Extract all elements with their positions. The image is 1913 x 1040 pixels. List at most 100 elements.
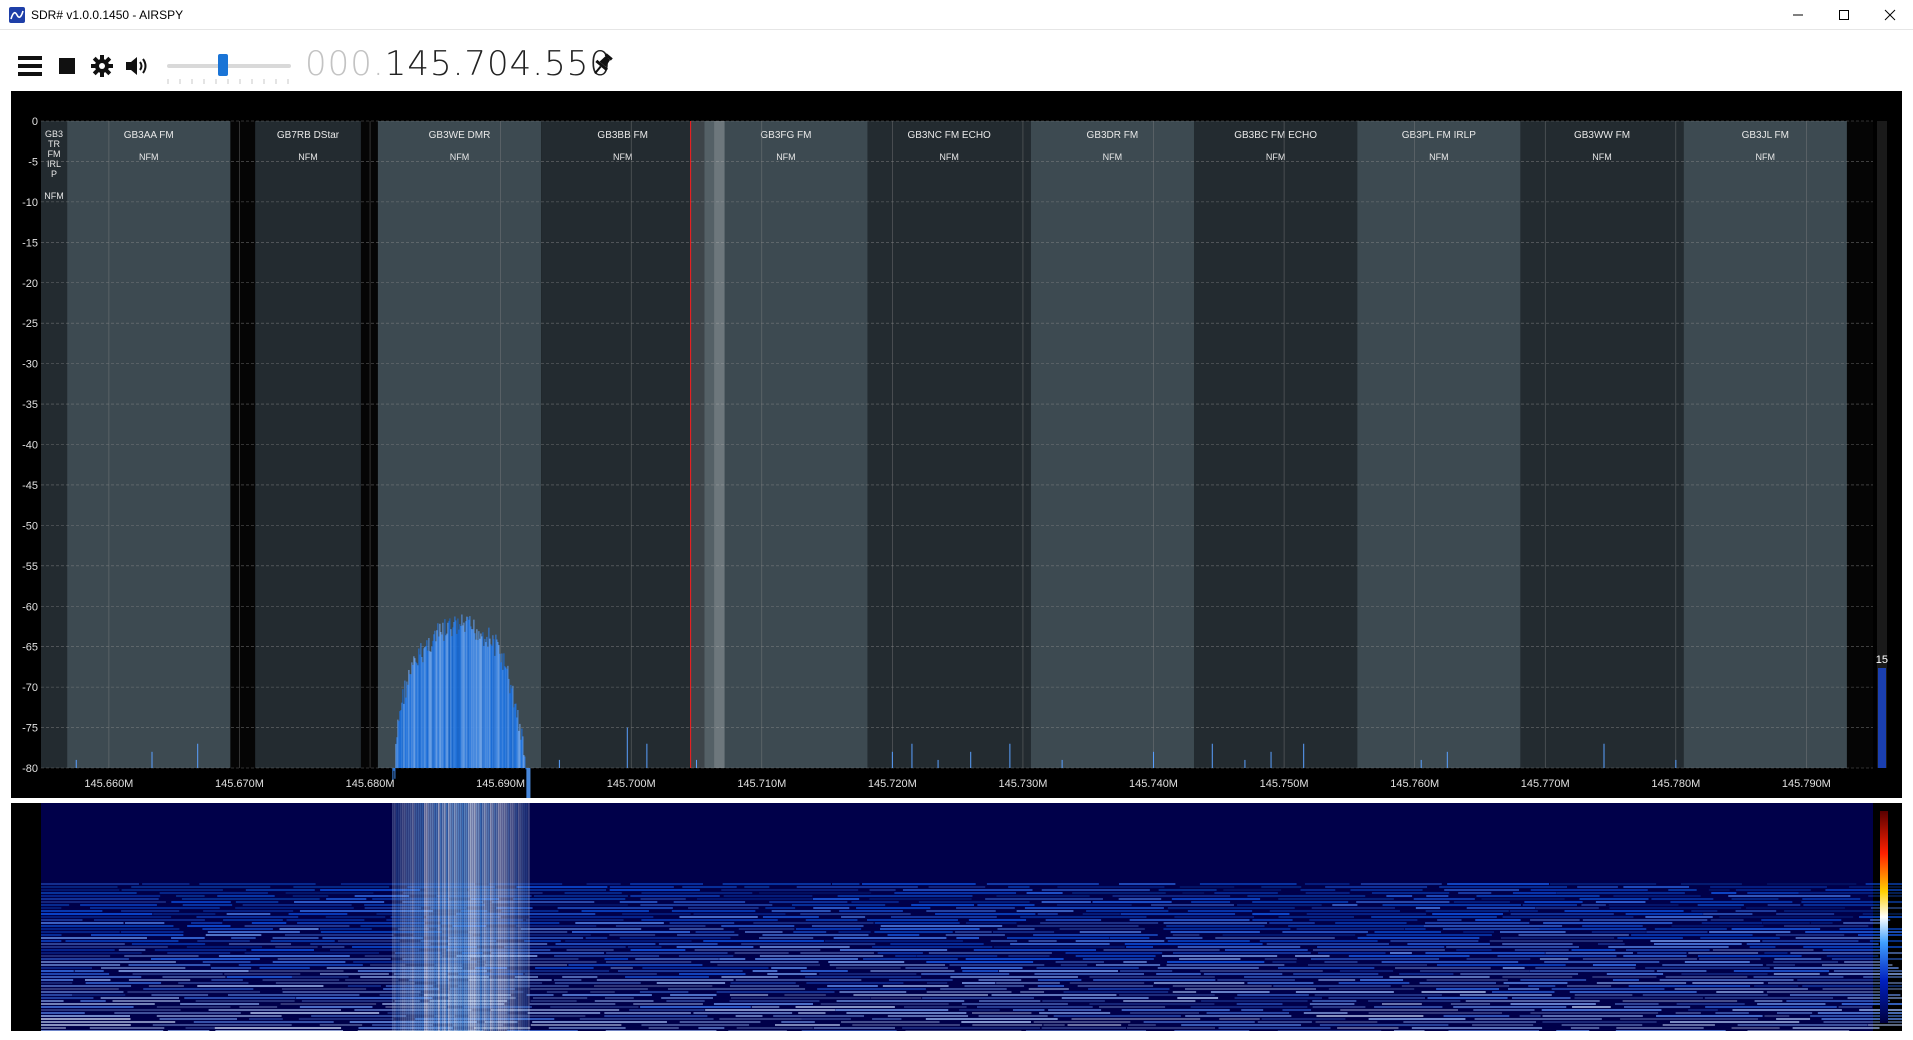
band-label-line: FM [48,149,61,159]
band-mode: NFM [1266,152,1286,162]
waterfall-streak [1676,1003,1745,1005]
waterfall-streak [1296,928,1405,930]
stop-icon[interactable] [59,58,75,79]
waterfall-streak [202,928,273,930]
waterfall-streak [630,883,704,885]
waterfall-streak [888,979,953,981]
frequency-display[interactable]: 000.145.704.550 [305,44,612,84]
waterfall-streak [1067,1024,1122,1026]
waterfall-streak [594,985,713,987]
speaker-icon[interactable] [125,55,151,82]
filter-edge[interactable] [714,121,725,768]
waterfall-streak [759,937,814,939]
waterfall-streak [1360,883,1442,885]
waterfall-streak [921,973,1010,975]
waterfall-streak [1174,1030,1250,1032]
waterfall-streak [205,934,262,936]
waterfall-streak [961,1003,1068,1005]
waterfall-streak [619,901,658,903]
waterfall-streak [679,916,758,918]
waterfall-streak [1079,931,1142,933]
volume-slider-thumb[interactable] [217,54,228,76]
waterfall-streak [916,955,998,957]
volume-slider-track[interactable] [167,64,291,68]
waterfall-streak [1443,1015,1510,1017]
pin-icon[interactable] [591,53,613,82]
waterfall-streak [1823,1021,1913,1023]
gear-icon[interactable] [91,55,113,82]
y-tick-label: -40 [22,440,38,452]
waterfall-streak [530,988,648,990]
waterfall-streak [1668,889,1697,891]
waterfall-streak [1773,967,1899,969]
waterfall-streak [890,916,997,918]
waterfall-streak [1093,979,1216,981]
waterfall-streak [1436,988,1500,990]
waterfall-streak [1086,910,1169,912]
waterfall-streak [152,1024,292,1026]
waterfall-streak [1312,949,1445,951]
menu-icon[interactable] [18,56,42,81]
waterfall-streak [550,1006,639,1008]
waterfall-streak [801,1030,897,1032]
waterfall-streak [1037,985,1065,987]
waterfall-streak [730,982,796,984]
waterfall-streak [935,913,1036,915]
filter-bandwidth[interactable] [690,121,715,768]
waterfall-streak [1010,943,1110,945]
waterfall-streak [529,916,654,918]
waterfall-streak [121,889,223,891]
band-label: GB3DR FM [1087,130,1139,141]
waterfall-streak [1437,919,1462,921]
waterfall-streak [841,1021,940,1023]
waterfall-streak [1039,1012,1111,1014]
waterfall-streak [962,970,999,972]
waterfall-streak [928,952,1052,954]
close-button[interactable] [1867,0,1913,30]
waterfall-streak [877,952,923,954]
waterfall-streak [1757,1003,1826,1005]
waterfall-streak [1089,1003,1215,1005]
waterfall-streak [101,967,186,969]
waterfall-streak [251,949,314,951]
waterfall-streak [322,946,345,948]
waterfall-panel[interactable] [11,803,1913,1032]
waterfall-streak [218,955,350,957]
waterfall-streak [1776,1012,1813,1014]
waterfall-streak [1303,1012,1348,1014]
waterfall-streak [1810,922,1833,924]
waterfall-streak [156,1015,282,1017]
waterfall-streak [153,913,216,915]
minimize-button[interactable] [1775,0,1821,30]
waterfall-streak [882,985,949,987]
waterfall-streak [1556,892,1685,894]
waterfall-streak [1731,898,1779,900]
waterfall-streak [1065,952,1163,954]
waterfall-streak [1184,988,1317,990]
waterfall-streak [729,994,769,996]
waterfall-streak [1822,988,1910,990]
waterfall-streak [1092,901,1172,903]
waterfall-streak [1128,1024,1156,1026]
waterfall-streak [89,1027,165,1029]
waterfall-streak [862,883,976,885]
spectrum-panel[interactable]: GB3 TR FM IRL P NFM GB3AA FM NFM GB7RB DStar NFM G… [11,91,1902,829]
waterfall-streak [1103,949,1220,951]
waterfall-streak [738,928,795,930]
waterfall-streak [1592,964,1636,966]
waterfall-streak [961,967,1023,969]
waterfall-streak [812,898,860,900]
maximize-button[interactable] [1821,0,1867,30]
waterfall-streak [998,970,1119,972]
waterfall-streak [197,985,324,987]
waterfall-streak [203,910,294,912]
waterfall-colormap-bar[interactable] [1880,811,1888,1023]
waterfall-streak [41,985,132,987]
waterfall-streak [80,1000,106,1002]
waterfall-streak [1700,937,1780,939]
gain-bar-fill[interactable] [1878,668,1886,768]
waterfall-streak [554,979,582,981]
waterfall-streak [1310,958,1440,960]
waterfall-streak [1060,964,1088,966]
waterfall-streak [1182,892,1205,894]
